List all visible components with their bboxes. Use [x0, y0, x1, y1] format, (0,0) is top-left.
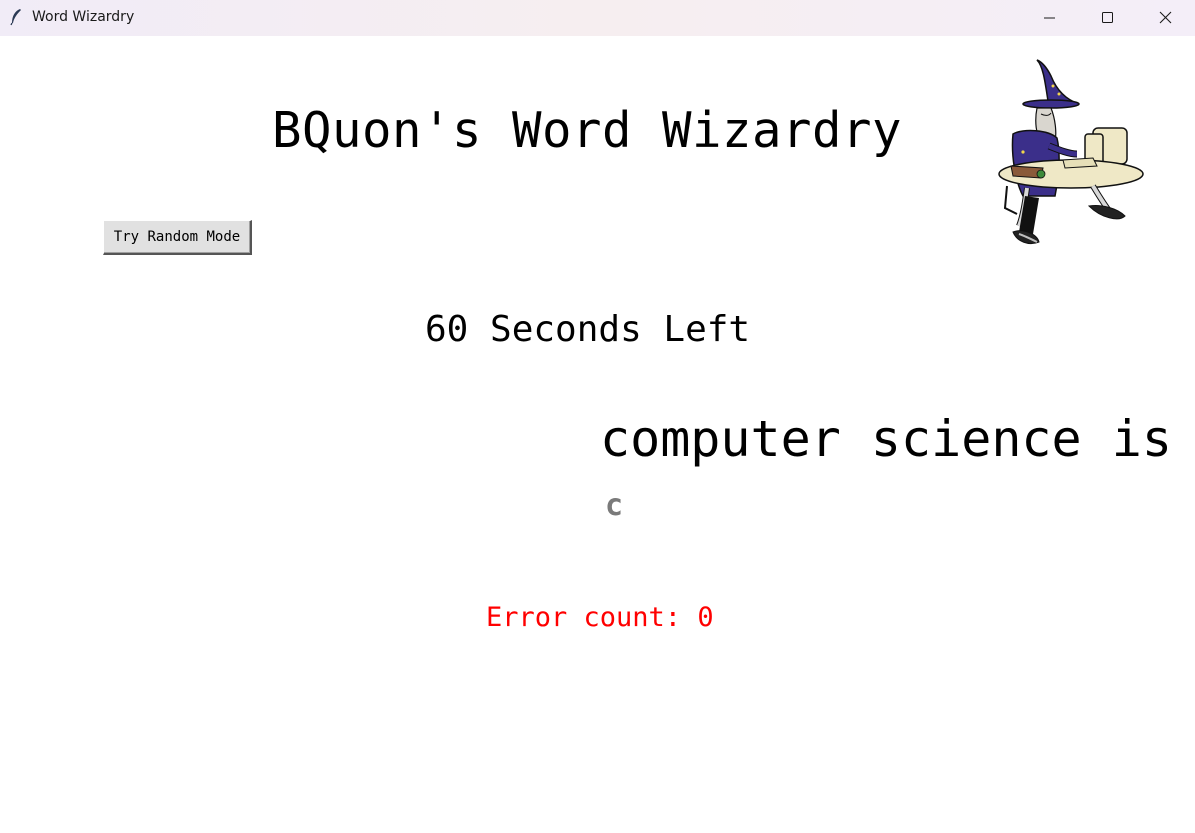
typed-text: c [605, 488, 624, 523]
timer-label: 60 Seconds Left [425, 309, 751, 350]
close-button[interactable] [1137, 0, 1195, 36]
random-mode-button[interactable]: Try Random Mode [103, 220, 252, 255]
title-bar[interactable]: Word Wizardry [0, 0, 1195, 36]
close-icon [1159, 11, 1172, 24]
feather-icon [10, 9, 21, 26]
app-title: BQuon's Word Wizardry [272, 102, 903, 159]
maximize-icon [1102, 12, 1113, 23]
minimize-button[interactable] [1021, 0, 1079, 36]
wizard-at-computer-image [998, 59, 1144, 245]
error-count-label: Error count: 0 [486, 602, 714, 633]
maximize-button[interactable] [1079, 0, 1137, 36]
minimize-icon [1044, 17, 1055, 19]
prompt-text: computer science is [600, 410, 1172, 468]
app-window: Word Wizardry BQuon's Word Wizardry Try … [0, 0, 1195, 833]
window-title: Word Wizardry [32, 9, 135, 25]
